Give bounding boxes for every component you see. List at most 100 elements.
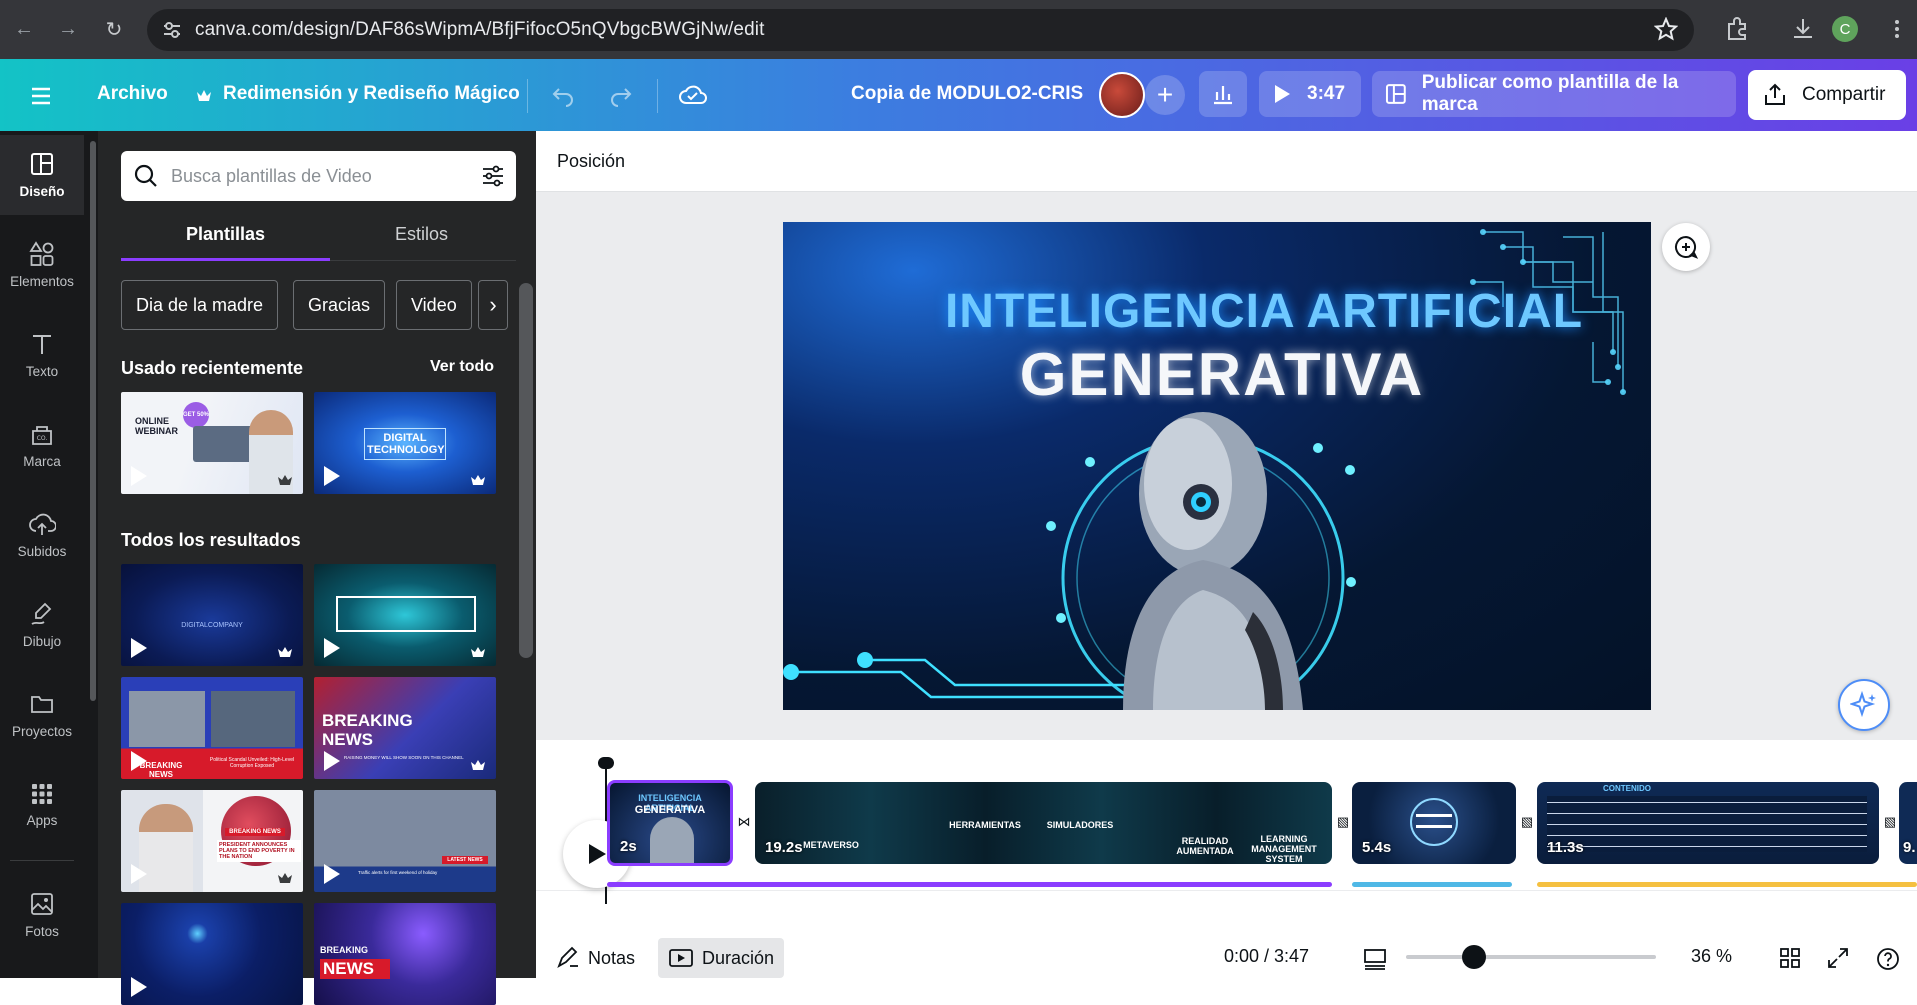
sidebar-item-text[interactable]: Texto [0, 315, 84, 395]
publish-template-button[interactable]: Publicar como plantilla de la marca [1372, 71, 1736, 117]
chip-video[interactable]: Video [396, 280, 472, 330]
zoom-percent[interactable]: 36 % [1691, 946, 1732, 967]
reload-icon[interactable]: ↻ [100, 15, 128, 43]
panel-scrollbar[interactable] [516, 265, 536, 978]
collaborator-avatar[interactable] [1099, 72, 1145, 118]
transition-icon[interactable]: ▧ [1333, 812, 1353, 832]
template-thumbnail[interactable] [314, 564, 496, 666]
share-button[interactable]: Compartir [1748, 70, 1906, 120]
present-play-button[interactable]: 3:47 [1259, 71, 1361, 117]
template-thumbnail[interactable]: DIGITALCOMPANY [121, 564, 303, 666]
thumbnail-title: BREAKING NEWS [322, 711, 413, 749]
rail-divider [10, 860, 74, 861]
scrollbar-thumb[interactable] [519, 283, 533, 658]
transition-icon[interactable]: ▧ [1517, 812, 1537, 832]
bookmark-star-icon[interactable] [1653, 16, 1679, 41]
site-settings-icon[interactable] [161, 19, 183, 41]
divider [657, 79, 658, 113]
sidebar-item-label: Texto [25, 364, 59, 379]
sidebar-item-draw[interactable]: Dibujo [0, 585, 84, 665]
tab-active-indicator [121, 258, 330, 261]
profile-avatar[interactable]: C [1832, 16, 1858, 42]
template-search[interactable]: Busca plantillas de Video [121, 151, 516, 201]
position-button[interactable]: Posición [557, 151, 625, 172]
rail-scrollbar[interactable] [88, 131, 98, 978]
sidebar-item-apps[interactable]: Apps [0, 765, 84, 845]
notes-icon [557, 946, 578, 969]
tab-templates[interactable]: Plantillas [186, 224, 265, 245]
zoom-slider[interactable] [1406, 955, 1656, 959]
download-icon[interactable] [1790, 16, 1816, 42]
redo-icon[interactable] [605, 79, 637, 111]
audio-segment[interactable] [607, 882, 1332, 887]
fullscreen-icon[interactable] [1826, 946, 1850, 970]
template-thumbnail[interactable] [121, 903, 303, 1005]
robot-graphic [650, 817, 694, 863]
chip-mothers-day[interactable]: Dia de la madre [121, 280, 279, 330]
filter-icon[interactable] [480, 163, 506, 189]
duration-button[interactable]: Duración [658, 938, 785, 978]
audio-segment[interactable] [1352, 882, 1512, 887]
zoom-slider-handle[interactable] [1461, 945, 1486, 969]
template-thumbnail[interactable]: ONLINE WEBINAR GET 50% [121, 392, 303, 494]
template-thumbnail[interactable]: DIGITAL TECHNOLOGY [314, 392, 496, 494]
search-input[interactable]: Busca plantillas de Video [171, 166, 372, 187]
audio-segment[interactable] [1537, 882, 1917, 887]
chip-thanks[interactable]: Gracias [293, 280, 386, 330]
tab-styles[interactable]: Estilos [395, 224, 448, 245]
canvas-subtitle[interactable]: GENERATIVA [783, 340, 1651, 409]
sidebar-item-projects[interactable]: Proyectos [0, 675, 84, 755]
template-thumbnail[interactable]: BREAKING NEWS Political Scandal Unveiled… [121, 677, 303, 779]
address-bar[interactable]: canva.com/design/DAF86sWipmA/BfjFifocO5n… [147, 9, 1694, 51]
svg-text:CO.: CO. [37, 435, 48, 442]
template-thumbnail[interactable]: BREAKING NEWS RAISING MONEY WILL SHOW SO… [314, 677, 496, 779]
sidebar-item-photos[interactable]: Fotos [0, 875, 84, 955]
page-view-icon[interactable] [1362, 946, 1388, 972]
sidebar-item-label: Elementos [10, 274, 74, 289]
more-menu-icon[interactable] [1884, 16, 1910, 42]
magic-resize-button[interactable]: Redimensión y Rediseño Mágico [223, 83, 520, 105]
sidebar-item-design[interactable]: Diseño [0, 135, 84, 215]
sidebar-item-brand[interactable]: CO. Marca [0, 405, 84, 485]
hamburger-menu-icon[interactable] [26, 81, 56, 111]
sidebar-item-uploads[interactable]: Subidos [0, 495, 84, 575]
timeline-clip[interactable]: CONTENIDO 11.3s [1537, 782, 1879, 864]
transition-icon[interactable]: ⋈ [734, 812, 754, 832]
file-menu[interactable]: Archivo [97, 83, 168, 105]
timeline-clip[interactable]: INTELIGENCIA ARTIFICIAL GENERATIVA 2s [607, 780, 733, 866]
transition-icon[interactable]: ▧ [1880, 812, 1900, 832]
discount-badge: GET 50% [183, 402, 209, 428]
help-icon[interactable] [1875, 946, 1901, 972]
crown-icon [192, 79, 216, 111]
timeline-clip[interactable]: 9. [1899, 782, 1917, 864]
undo-icon[interactable] [547, 79, 579, 111]
timeline-clip[interactable]: METAVERSO HERRAMIENTAS SIMULADORES REALI… [755, 782, 1332, 864]
insights-button[interactable] [1199, 71, 1247, 117]
canvas-title[interactable]: INTELIGENCIA ARTIFICIAL [783, 284, 1651, 339]
see-all-link[interactable]: Ver todo [430, 358, 494, 376]
scrollbar-thumb[interactable] [90, 141, 96, 701]
play-icon [131, 751, 147, 771]
add-collaborator-button[interactable]: + [1145, 75, 1185, 115]
template-thumbnail[interactable]: BREAKING NEWS [314, 903, 496, 1005]
timeline-clip[interactable]: 5.4s [1352, 782, 1516, 864]
thumbnail-subtitle: RAISING MONEY WILL SHOW SOON ON THIS CHA… [344, 755, 464, 760]
playhead-handle[interactable] [598, 757, 614, 769]
template-thumbnail[interactable]: LATEST NEWS Traffic alerts for first wee… [314, 790, 496, 892]
notes-button[interactable]: Notas [556, 946, 635, 970]
sidebar-item-elements[interactable]: Elementos [0, 225, 84, 305]
thumbnail-subtitle: NEWS [320, 959, 390, 979]
template-thumbnail[interactable]: BREAKING NEWS PRESIDENT ANNOUNCES PLANS … [121, 790, 303, 892]
forward-icon[interactable]: → [54, 15, 82, 43]
comment-button[interactable] [1662, 223, 1710, 271]
design-title[interactable]: Copia de MODULO2-CRIS [851, 83, 1083, 105]
photo-graphic [129, 691, 205, 747]
magic-assistant-button[interactable] [1838, 679, 1890, 731]
chips-next-chevron-icon[interactable]: › [478, 280, 508, 330]
back-icon[interactable]: ← [10, 15, 38, 43]
cloud-saved-icon[interactable] [677, 79, 709, 111]
design-canvas[interactable]: INTELIGENCIA ARTIFICIAL GENERATIVA [783, 222, 1651, 710]
extensions-icon[interactable] [1724, 16, 1750, 42]
grid-view-icon[interactable] [1778, 946, 1802, 970]
sidebar-item-label: Apps [26, 813, 58, 828]
